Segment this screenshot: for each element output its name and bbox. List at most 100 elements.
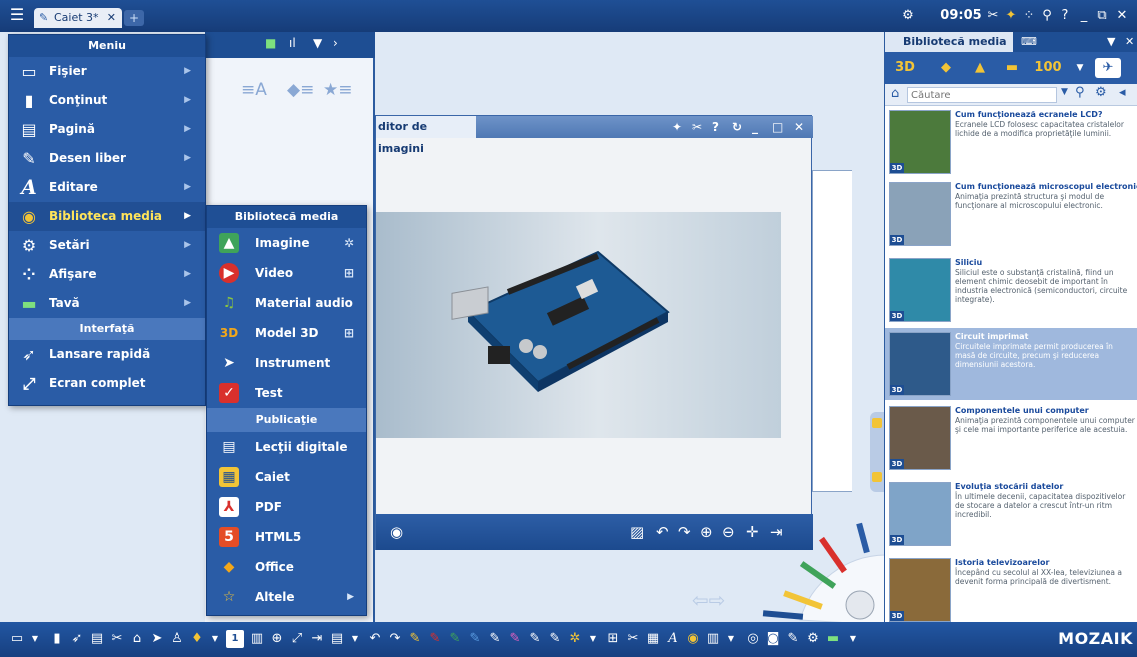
new-tab-button[interactable]: + [124, 10, 144, 26]
dropdown-icon[interactable]: ▼ [844, 630, 862, 648]
notebook-icon[interactable]: ▦ [644, 630, 662, 648]
submenu-item-audio[interactable]: ♫ Material audio [207, 288, 366, 318]
filter-count-button[interactable]: 100 [1033, 58, 1063, 78]
zoom-fit-icon[interactable]: ◉ [390, 523, 403, 541]
minimize-icon[interactable]: _ [752, 118, 758, 136]
dropdown-icon[interactable]: ▼ [346, 630, 364, 648]
lightbulb-icon[interactable]: ♦ [188, 630, 206, 648]
grid-icon[interactable]: ⊞ [604, 630, 622, 648]
submenu-item-video[interactable]: ▶ Video ⊞ [207, 258, 366, 288]
list-item[interactable]: 3D Istoria televizoarelor Începând cu se… [885, 554, 1137, 626]
help-icon[interactable]: ? [712, 118, 719, 136]
tab-notebook[interactable]: ✎ Caiet 3* ✕ [34, 8, 122, 28]
submenu-item-instrument[interactable]: ➤ Instrument [207, 348, 366, 378]
redo-icon[interactable]: ↷ [386, 630, 404, 648]
submenu-item-image[interactable]: ▲ Imagine ✲ [207, 228, 366, 258]
pen-green-icon[interactable]: ✎ [446, 630, 464, 648]
tray-icon[interactable]: ✦ [672, 118, 682, 136]
tools-icon[interactable]: ✂ [692, 118, 702, 136]
collapse-icon[interactable]: ◂ [1119, 85, 1126, 100]
zoom-out-icon[interactable]: ⊖ [722, 523, 735, 541]
gear-icon[interactable]: ⚙ [804, 630, 822, 648]
menu-item-display[interactable]: ⁘ Afişare ▶ [9, 260, 205, 289]
collapse-icon[interactable]: › [333, 36, 338, 50]
zoom-icon[interactable]: ⊕ [268, 630, 286, 648]
compass-icon[interactable]: ◎ [744, 630, 762, 648]
menu-item-edit[interactable]: A Editare ▶ [9, 173, 205, 202]
close-icon[interactable]: ✕ [794, 118, 804, 136]
person-icon[interactable]: ♙ [168, 630, 186, 648]
list-item[interactable]: 3D Evoluţia stocării datelor În ultimele… [885, 478, 1137, 550]
list-item[interactable]: 3D Cum funcţionează microscopul electron… [885, 178, 1137, 250]
keyboard-icon[interactable]: ⌨ [1021, 32, 1037, 52]
pen-yellow-icon[interactable]: ✎ [406, 630, 424, 648]
submenu-item-digital-lessons[interactable]: ▤ Lecţii digitale [207, 432, 366, 462]
editor-image[interactable] [376, 212, 781, 438]
minimize-icon[interactable]: _ [1077, 7, 1091, 25]
image-icon[interactable]: ▨ [630, 523, 644, 541]
move-icon[interactable]: ✛ [746, 523, 759, 541]
tray-icon[interactable]: ✦ [1003, 7, 1019, 25]
museum-icon[interactable]: ⌂ [128, 630, 146, 648]
tools-icon[interactable]: ✂ [624, 630, 642, 648]
menu-item-content[interactable]: ▮ Conţinut ▶ [9, 86, 205, 115]
home-icon[interactable]: ⌂ [891, 86, 899, 101]
filter-3d-button[interactable]: 3D [891, 58, 919, 78]
text-format-icon[interactable]: ≡A [241, 80, 267, 100]
magic-icon[interactable]: ✲ [566, 630, 584, 648]
settings-icon[interactable]: ⚙ [1095, 85, 1107, 100]
filter-dropdown-icon[interactable]: ▼ [1073, 58, 1087, 78]
document-icon[interactable]: ▥ [248, 630, 266, 648]
trash-icon[interactable]: ▥ [704, 630, 722, 648]
content-icon[interactable]: ▮ [48, 630, 66, 648]
camera-icon[interactable]: ◙ [764, 630, 782, 648]
menu-item-settings[interactable]: ⚙ Setări ▶ [9, 231, 205, 260]
menu-item-media-library[interactable]: ◉ Biblioteca media ▶ [9, 202, 205, 231]
menu-item-page[interactable]: ▤ Pagină ▶ [9, 115, 205, 144]
list-item[interactable]: 3D Cum funcţionează ecranele LCD? Ecrane… [885, 106, 1137, 178]
dropdown-icon[interactable]: ▼ [26, 630, 44, 648]
rocket-icon[interactable]: ➶ [68, 630, 86, 648]
submenu-item-notebook[interactable]: ▦ Caiet [207, 462, 366, 492]
hamburger-menu-icon[interactable]: ☰ [8, 7, 26, 23]
restore-icon[interactable]: ⧉ [1095, 7, 1109, 25]
notebook-page[interactable] [812, 170, 852, 492]
menu-item-freehand[interactable]: ✎ Desen liber ▶ [9, 144, 205, 173]
close-icon[interactable]: ✕ [1115, 7, 1129, 25]
dropdown-icon[interactable]: ▼ [722, 630, 740, 648]
indent-icon[interactable]: ◆≡ [287, 80, 314, 100]
page-number[interactable]: 1 [226, 630, 244, 648]
stats-icon[interactable]: ıl [289, 36, 296, 50]
submenu-item-html5[interactable]: 5 HTML5 [207, 522, 366, 552]
menu-item-tray[interactable]: ▬ Tavă ▶ [9, 289, 205, 318]
submenu-item-pdf[interactable]: ⅄ PDF [207, 492, 366, 522]
dropdown-icon[interactable]: ▼ [1107, 32, 1115, 52]
list-icon[interactable]: ▤ [328, 630, 346, 648]
menu-item-fullscreen[interactable]: ⤢ Ecran complet [9, 369, 205, 398]
submenu-item-office[interactable]: ◆ Office [207, 552, 366, 582]
zoom-in-icon[interactable]: ⊕ [700, 523, 713, 541]
maximize-icon[interactable]: □ [772, 118, 783, 136]
close-tab-icon[interactable]: ✕ [107, 8, 116, 28]
redo-icon[interactable]: ↷ [678, 523, 691, 541]
pin-icon[interactable]: ✈ [1095, 58, 1121, 78]
highlighter-icon[interactable]: ✎ [526, 630, 544, 648]
search-input[interactable] [907, 87, 1057, 103]
list-item-selected[interactable]: 3D Circuit imprimat Circuitele imprimate… [885, 328, 1137, 400]
dropdown-icon[interactable]: ▼ [584, 630, 602, 648]
dropdown-icon[interactable]: ▼ [1061, 87, 1068, 97]
panel-side-handle[interactable] [870, 412, 884, 492]
menu-item-file[interactable]: ▭ Fişier ▶ [9, 57, 205, 86]
pen-pink-icon[interactable]: ✎ [506, 630, 524, 648]
pen-white-icon[interactable]: ✎ [486, 630, 504, 648]
filter-tool-icon[interactable]: ◆ [935, 58, 957, 78]
close-icon[interactable]: ✕ [1125, 32, 1134, 52]
tray-icon[interactable]: ▬ [824, 630, 842, 648]
submenu-item-others[interactable]: ☆ Altele ▶ [207, 582, 366, 612]
list-item[interactable]: 3D Siliciu Siliciul este o substanţă cri… [885, 254, 1137, 326]
media-icon[interactable]: ◉ [684, 630, 702, 648]
page-icon[interactable]: ▤ [88, 630, 106, 648]
resize-icon[interactable]: ⤢ [288, 630, 306, 648]
eraser-icon[interactable]: ✎ [546, 630, 564, 648]
page-nav-arrows-icon[interactable]: ⇦⇨ [692, 588, 726, 612]
